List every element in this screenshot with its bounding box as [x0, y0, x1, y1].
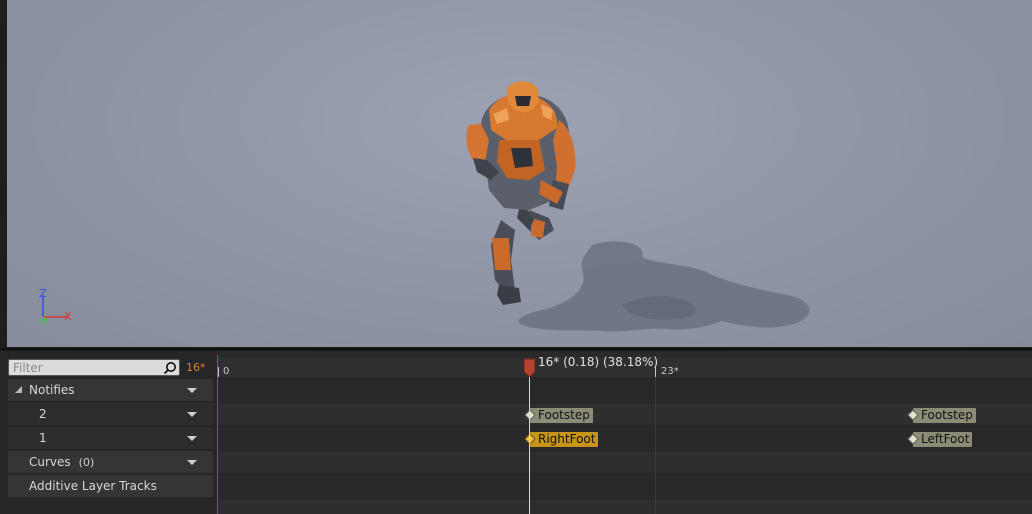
end-frame-line [655, 377, 656, 514]
track-curves-label: Curves (0) [29, 451, 94, 474]
character-mesh[interactable] [459, 80, 589, 315]
track-row-label: 1 [39, 431, 47, 445]
ruler-tick-start [218, 367, 219, 377]
track-row-1[interactable]: 1 [8, 427, 213, 449]
viewport-background[interactable]: Z Y X [7, 0, 1032, 347]
track-lane-empty [218, 498, 1032, 514]
filter-row: 16* [6, 359, 213, 377]
track-notifies[interactable]: Notifies [8, 379, 213, 401]
chevron-down-icon[interactable] [187, 412, 197, 417]
chevron-down-icon[interactable] [187, 436, 197, 441]
playhead-line [529, 375, 530, 514]
panel-separator[interactable] [0, 348, 1032, 350]
ruler-start-label: 0 [223, 366, 230, 377]
curves-count: (0) [78, 456, 95, 469]
filter-input[interactable] [8, 359, 180, 376]
track-lane-additive[interactable] [218, 474, 1032, 496]
ruler-end-label: 23* [661, 366, 679, 377]
search-icon[interactable] [163, 361, 177, 375]
chevron-down-icon[interactable] [187, 460, 197, 465]
notify-label: LeftFoot [921, 432, 970, 446]
curves-label-text: Curves [29, 455, 71, 469]
track-row-2[interactable]: 2 [8, 403, 213, 425]
track-additive-label: Additive Layer Tracks [29, 479, 157, 493]
notify-label: Footstep [538, 408, 590, 422]
current-frame-label: 16* [186, 361, 206, 374]
track-additive-layer[interactable]: Additive Layer Tracks [8, 475, 213, 497]
notify-label: RightFoot [538, 432, 596, 446]
notify-footstep-2[interactable]: Footstep [907, 408, 976, 423]
notify-rightfoot[interactable]: RightFoot [524, 432, 599, 447]
chevron-down-icon[interactable] [187, 388, 197, 393]
track-row-label: 2 [39, 407, 47, 421]
axis-x-label: X [64, 310, 72, 323]
notify-footstep-1[interactable]: Footstep [524, 408, 593, 423]
track-curves[interactable]: Curves (0) [8, 451, 213, 473]
track-notifies-label: Notifies [29, 383, 75, 397]
animation-sequencer-panel: 0 23* Footstep RightFoot Footstep LeftFo… [0, 351, 1032, 514]
notify-leftfoot[interactable]: LeftFoot [907, 432, 973, 447]
track-list: 16* Notifies 2 1 Curves (0) Additive Laye… [6, 355, 213, 514]
notify-label: Footstep [921, 408, 973, 422]
3d-viewport[interactable]: Z Y X [0, 0, 1032, 349]
track-lane-curves[interactable] [218, 450, 1032, 472]
axis-z-label: Z [39, 287, 47, 300]
track-lane-notifies[interactable] [218, 378, 1032, 400]
collapse-triangle-icon[interactable] [15, 386, 22, 393]
start-marker-line [217, 355, 218, 514]
playhead-handle[interactable] [524, 357, 535, 377]
playhead-label: 16* (0.18) (38.18%) [538, 355, 659, 369]
axis-y-label: Y [40, 317, 47, 328]
